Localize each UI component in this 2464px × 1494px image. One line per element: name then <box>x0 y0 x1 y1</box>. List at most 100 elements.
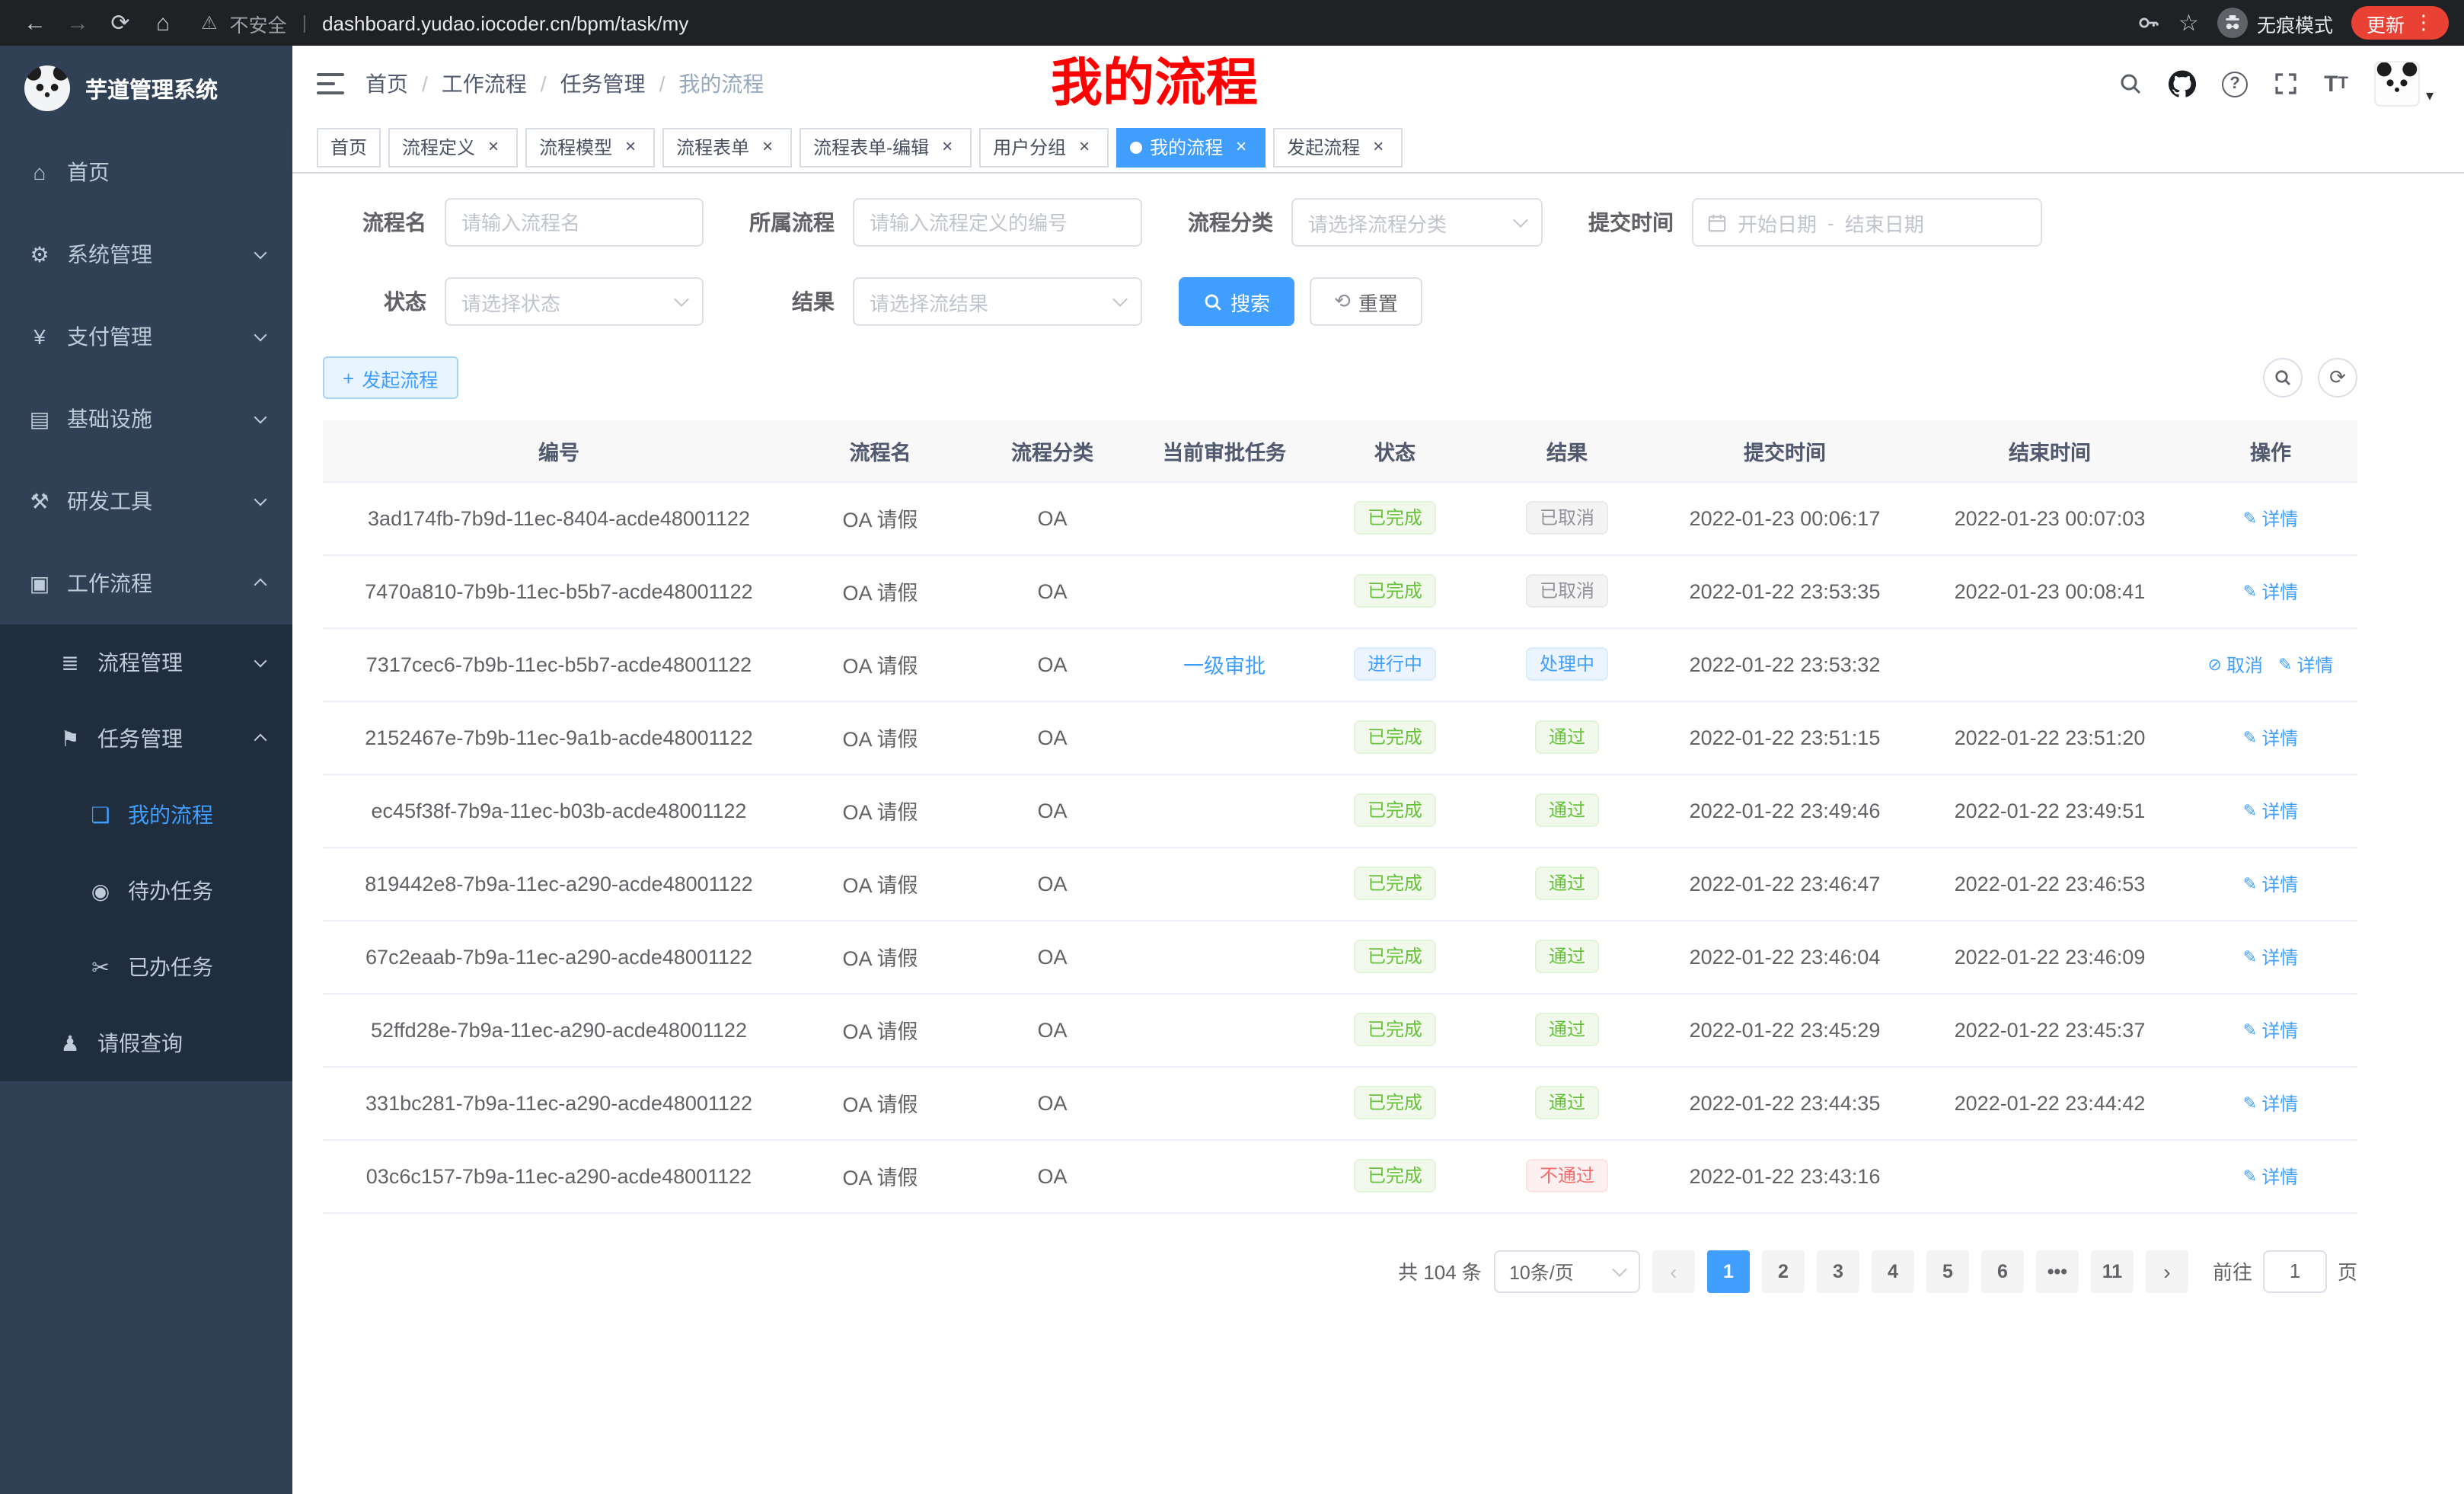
password-key-icon[interactable] <box>2136 11 2160 35</box>
pagination-page[interactable]: 6 <box>1981 1250 2024 1292</box>
help-icon[interactable]: ? <box>2222 71 2248 97</box>
pagination-more[interactable]: ••• <box>2036 1250 2079 1292</box>
submit-time-range-picker[interactable]: 开始日期 - 结束日期 <box>1692 198 2042 247</box>
browser-home-icon[interactable]: ⌂ <box>143 3 183 43</box>
tab[interactable]: 我的流程 × <box>1116 127 1266 167</box>
tab[interactable]: 流程表单-编辑× <box>800 127 972 167</box>
result-select-placeholder: 请选择流结果 <box>870 287 988 316</box>
fullscreen-icon[interactable] <box>2274 72 2298 96</box>
pagination-page[interactable]: 4 <box>1872 1250 1914 1292</box>
detail-link[interactable]: ✎详情 <box>2243 1090 2298 1116</box>
sidebar-item-payment[interactable]: ¥支付管理 <box>0 295 292 378</box>
tab-close-icon[interactable]: × <box>937 136 958 158</box>
reset-button[interactable]: ⟲ 重置 <box>1310 277 1422 326</box>
tab-close-icon[interactable]: × <box>620 136 641 158</box>
incognito-label: 无痕模式 <box>2257 8 2333 37</box>
sidebar-item-workflow[interactable]: ▣工作流程 <box>0 542 292 624</box>
sidebar-item-home[interactable]: ⌂首页 <box>0 131 292 213</box>
breadcrumb-workflow[interactable]: 工作流程 <box>442 69 527 99</box>
breadcrumb-task-manage[interactable]: 任务管理 <box>560 69 646 99</box>
pagination-prev-button[interactable]: ‹ <box>1652 1250 1695 1292</box>
breadcrumb-home[interactable]: 首页 <box>365 69 408 99</box>
font-size-icon[interactable]: TT <box>2324 71 2348 97</box>
sidebar-item-devtools[interactable]: ⚒研发工具 <box>0 460 292 542</box>
pagination-page[interactable]: 11 <box>2091 1250 2134 1292</box>
refresh-button[interactable]: ⟳ <box>2318 358 2357 397</box>
tab[interactable]: 用户分组× <box>979 127 1109 167</box>
pagination-page[interactable]: 5 <box>1926 1250 1969 1292</box>
detail-link[interactable]: ✎详情 <box>2243 1017 2298 1042</box>
search-button[interactable]: 搜索 <box>1179 277 1294 326</box>
sidebar-item-process-manage[interactable]: ≣流程管理 <box>0 624 292 701</box>
app-logo[interactable]: 芋道管理系统 <box>0 46 292 131</box>
avatar[interactable] <box>2374 61 2420 107</box>
detail-label: 详情 <box>2261 505 2298 531</box>
detail-link[interactable]: ✎详情 <box>2243 578 2298 604</box>
browser-back-icon[interactable]: ← <box>15 3 55 43</box>
tab[interactable]: 流程表单× <box>662 127 792 167</box>
page-size-select[interactable]: 10条/页 <box>1494 1250 1640 1292</box>
sidebar-item-todo-task[interactable]: ◉待办任务 <box>0 853 292 929</box>
tab-label: 我的流程 <box>1150 134 1223 160</box>
search-toggle-button[interactable] <box>2263 358 2303 397</box>
sidebar-item-task-manage[interactable]: ⚑任务管理 <box>0 701 292 777</box>
category-select[interactable]: 请选择流程分类 <box>1291 198 1543 247</box>
search-icon[interactable] <box>2118 72 2143 96</box>
pagination-next-button[interactable]: › <box>2146 1250 2188 1292</box>
sidebar-item-label: 任务管理 <box>97 723 183 754</box>
cell-actions: ✎详情 <box>2184 554 2357 627</box>
cell-status: 已完成 <box>1310 774 1480 847</box>
cell-status: 已完成 <box>1310 701 1480 774</box>
github-icon[interactable] <box>2169 70 2196 97</box>
detail-link[interactable]: ✎详情 <box>2243 943 2298 969</box>
detail-link[interactable]: ✎详情 <box>2243 505 2298 531</box>
sidebar-item-done-task[interactable]: ✂已办任务 <box>0 929 292 1005</box>
tab[interactable]: 发起流程× <box>1273 127 1403 167</box>
sidebar-item-my-process[interactable]: ❏我的流程 <box>0 777 292 853</box>
cell-actions: ✎详情 <box>2184 847 2357 920</box>
tab-close-icon[interactable]: × <box>483 136 504 158</box>
pagination-page[interactable]: 3 <box>1817 1250 1859 1292</box>
cell-process-name: OA 请假 <box>795 774 965 847</box>
status-select[interactable]: 请选择状态 <box>445 277 704 326</box>
sidebar-toggle-button[interactable] <box>317 72 344 96</box>
table-row: 819442e8-7b9a-11ec-a290-acde48001122OA 请… <box>323 847 2357 920</box>
cell-process-name: OA 请假 <box>795 1066 965 1139</box>
bookmark-star-icon[interactable]: ☆ <box>2178 9 2199 37</box>
process-name-input[interactable] <box>445 198 704 247</box>
result-select[interactable]: 请选择流结果 <box>853 277 1142 326</box>
browser-menu-icon[interactable]: ⋮ <box>2414 11 2434 35</box>
detail-link[interactable]: ✎详情 <box>2243 797 2298 823</box>
pagination-page[interactable]: 2 <box>1762 1250 1805 1292</box>
start-process-button[interactable]: + 发起流程 <box>323 356 458 399</box>
detail-link[interactable]: ✎详情 <box>2243 724 2298 750</box>
tab-close-icon[interactable]: × <box>757 136 778 158</box>
tab[interactable]: 流程定义× <box>388 127 518 167</box>
detail-link[interactable]: ✎详情 <box>2243 870 2298 896</box>
detail-link[interactable]: ✎详情 <box>2243 1163 2298 1189</box>
sidebar-item-label: 首页 <box>67 157 110 187</box>
cancel-link[interactable]: ⊘取消 <box>2208 651 2263 677</box>
tab[interactable]: 首页 <box>317 127 381 167</box>
tab-close-icon[interactable]: × <box>1074 136 1095 158</box>
cell-submit-time: 2022-01-23 00:06:17 <box>1654 481 1916 554</box>
cell-submit-time: 2022-01-22 23:53:35 <box>1654 554 1916 627</box>
address-bar[interactable]: ⚠ 不安全 | dashboard.yudao.iocoder.cn/bpm/t… <box>201 8 2115 37</box>
tab[interactable]: 流程模型× <box>525 127 655 167</box>
user-menu[interactable]: ▾ <box>2374 61 2434 107</box>
browser-update-button[interactable]: 更新 ⋮ <box>2351 6 2449 40</box>
browser-forward-icon[interactable]: → <box>58 3 97 43</box>
cell-result: 通过 <box>1480 920 1654 993</box>
sidebar-item-gear[interactable]: ⚙系统管理 <box>0 213 292 295</box>
sidebar-item-infrastructure[interactable]: ▤基础设施 <box>0 378 292 460</box>
cell-actions: ✎详情 <box>2184 481 2357 554</box>
tab-close-icon[interactable]: × <box>1230 136 1252 158</box>
tab-close-icon[interactable]: × <box>1368 136 1389 158</box>
current-task-link[interactable]: 一级审批 <box>1183 655 1266 678</box>
detail-link[interactable]: ✎详情 <box>2278 651 2333 677</box>
owner-process-input[interactable] <box>853 198 1142 247</box>
sidebar-item-leave-query[interactable]: ♟请假查询 <box>0 1005 292 1081</box>
goto-page-input[interactable] <box>2263 1250 2327 1292</box>
pagination-page[interactable]: 1 <box>1707 1250 1750 1292</box>
browser-reload-icon[interactable]: ⟳ <box>101 3 140 43</box>
